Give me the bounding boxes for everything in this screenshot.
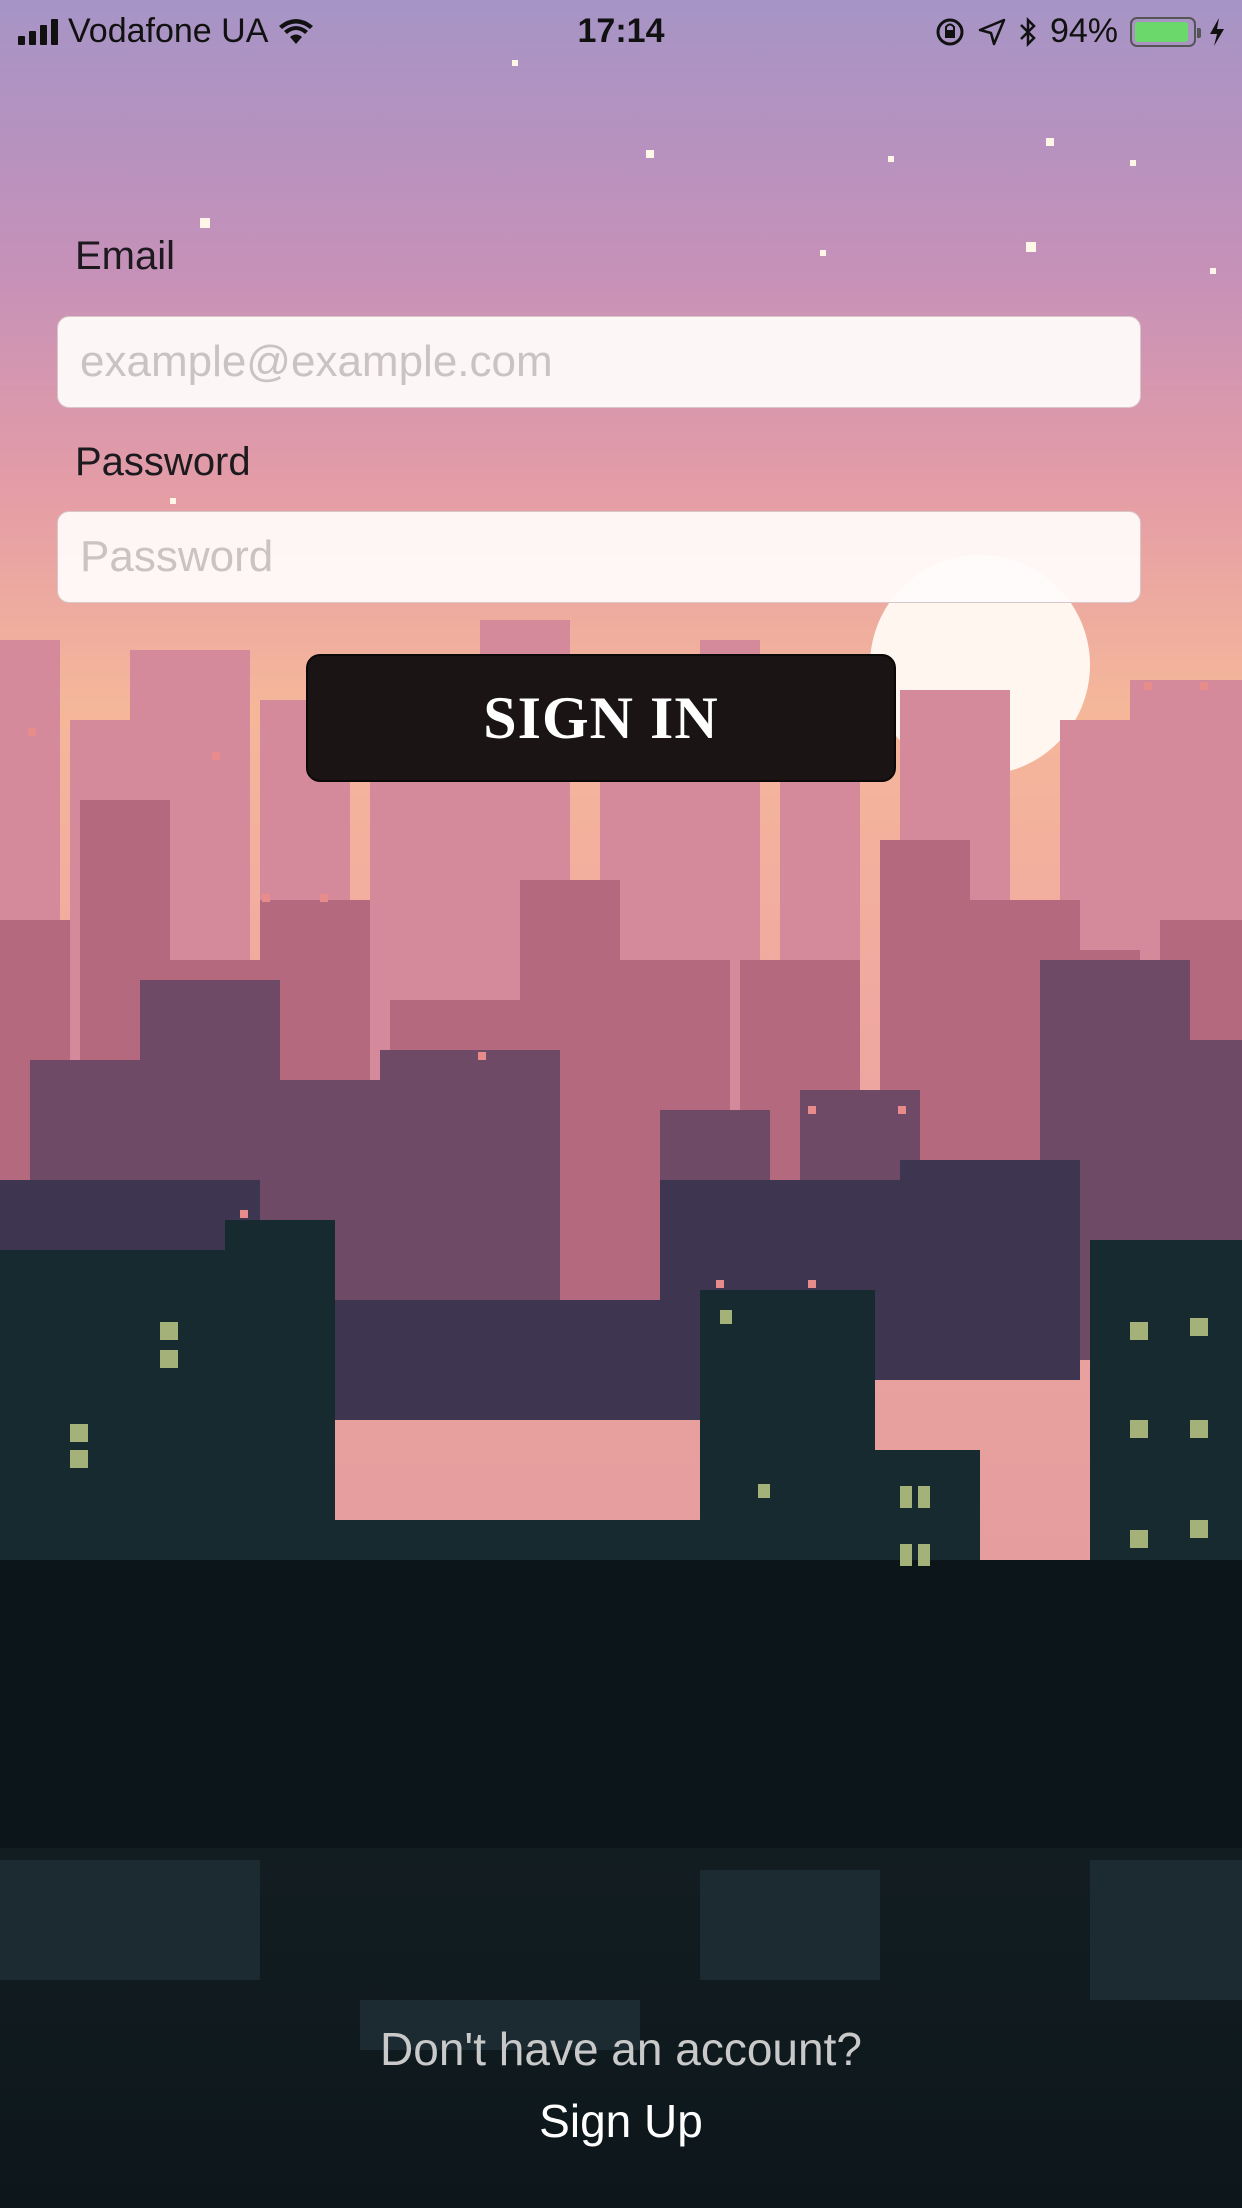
sign-up-link-container: Sign Up [0,2094,1242,2148]
sign-in-button[interactable]: SIGN IN [306,654,896,782]
battery-icon [1130,16,1201,47]
bluetooth-icon [1020,16,1036,47]
no-account-text: Don't have an account? [380,2023,862,2075]
charging-icon [1210,17,1224,46]
email-label: Email [75,234,176,278]
email-field[interactable] [57,316,1141,408]
sign-up-link[interactable]: Sign Up [539,2095,703,2147]
password-label: Password [75,440,251,484]
status-bar: Vodafone UA 17:14 94% [0,0,1242,62]
status-right: 94% [934,12,1226,51]
rotation-lock-icon [936,18,964,45]
foreground-shadow [0,1560,1242,1860]
battery-percent: 94% [1049,12,1118,50]
location-icon [978,18,1006,45]
password-field[interactable] [57,511,1141,603]
